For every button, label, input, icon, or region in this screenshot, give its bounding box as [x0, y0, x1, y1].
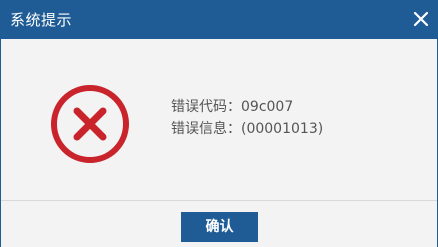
confirm-button[interactable]: 确认 [181, 212, 258, 242]
error-info-line: 错误信息：(00001013) [171, 118, 323, 140]
error-info-value: (00001013) [241, 121, 324, 137]
error-code-label: 错误代码： [171, 99, 241, 115]
dialog-title: 系统提示 [10, 11, 73, 29]
dialog-footer: 确认 [1, 200, 437, 247]
close-icon[interactable] [409, 7, 433, 31]
error-code-line: 错误代码：09c007 [171, 96, 323, 118]
error-info-label: 错误信息： [171, 121, 241, 137]
error-details: 错误代码：09c007 错误信息：(00001013) [171, 96, 323, 140]
error-x-icon [49, 83, 131, 165]
system-alert-dialog: 系统提示 错误代码：09c007 错误信息：(00001013) 确认 [0, 0, 438, 247]
dialog-titlebar: 系统提示 [1, 0, 438, 39]
error-code-value: 09c007 [241, 99, 294, 115]
dialog-body: 错误代码：09c007 错误信息：(00001013) [1, 39, 437, 200]
